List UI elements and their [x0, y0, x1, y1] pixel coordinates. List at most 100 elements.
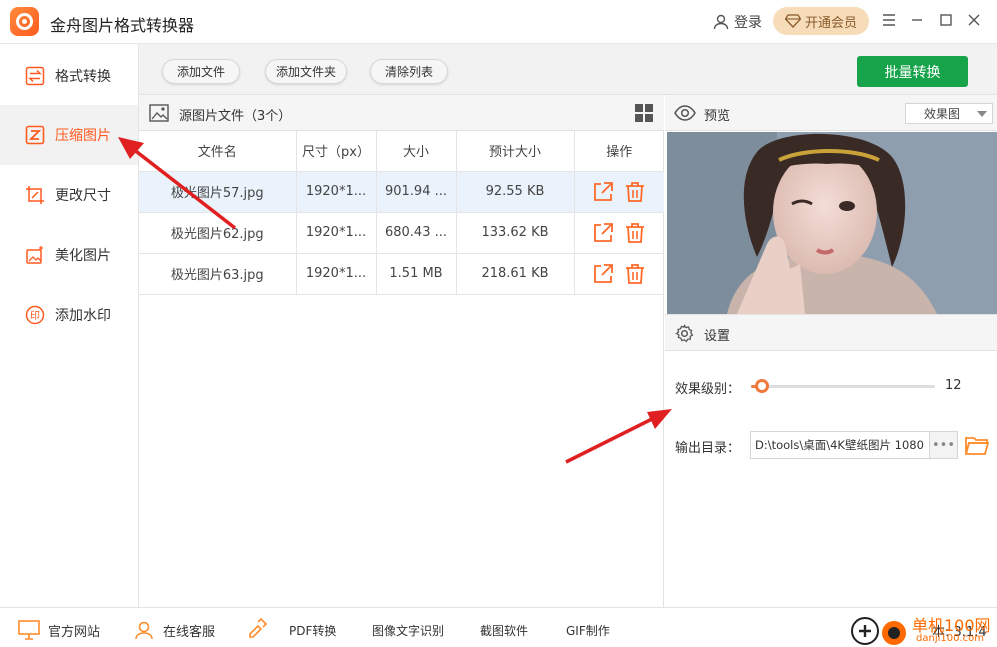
- files-title: 源图片文件（3个）: [179, 109, 292, 124]
- diamond-icon: [784, 14, 801, 28]
- vip-button[interactable]: 开通会员: [773, 7, 869, 35]
- preview-title: 预览: [704, 109, 731, 124]
- add-file-button[interactable]: 添加文件: [162, 59, 240, 84]
- pdf-tool-icon: [249, 618, 268, 638]
- output-path-field[interactable]: D:\tools\桌面\4K壁纸图片 1080: [750, 431, 930, 459]
- delete-icon[interactable]: [624, 263, 646, 285]
- file-dims: 1920*1...: [296, 212, 377, 254]
- close-icon[interactable]: [965, 11, 983, 29]
- sidebar-item-watermark[interactable]: 印 添加水印: [0, 285, 138, 345]
- clear-list-button[interactable]: 清除列表: [370, 59, 448, 84]
- sidebar-item-label: 美化图片: [55, 248, 111, 264]
- add-folder-button[interactable]: 添加文件夹: [265, 59, 347, 84]
- delete-icon[interactable]: [624, 222, 646, 244]
- file-actions: [574, 171, 664, 213]
- maximize-icon[interactable]: [937, 11, 955, 29]
- app-title: 金舟图片格式转换器: [50, 16, 195, 35]
- preview-mode-select[interactable]: 效果图: [905, 103, 993, 124]
- pdf-link[interactable]: PDF转换: [289, 622, 336, 639]
- svg-text:印: 印: [30, 310, 40, 322]
- level-label: 效果级别：: [675, 382, 741, 397]
- gear-icon: [675, 324, 694, 343]
- vip-label: 开通会员: [804, 15, 857, 31]
- grid-view-icon[interactable]: [635, 104, 653, 122]
- col-estimated-size: 预计大小: [456, 131, 575, 172]
- crop-icon: [26, 186, 44, 204]
- watermark-url: danji100.com: [916, 633, 984, 644]
- sidebar-item-beautify[interactable]: 美化图片: [0, 225, 138, 285]
- gif-link[interactable]: GIF制作: [566, 622, 610, 639]
- open-external-icon[interactable]: [592, 263, 614, 285]
- level-slider[interactable]: [751, 379, 935, 393]
- file-dims: 1920*1...: [296, 171, 377, 213]
- folder-icon[interactable]: [965, 434, 989, 456]
- batch-convert-button[interactable]: 批量转换: [857, 56, 968, 87]
- open-external-icon[interactable]: [592, 222, 614, 244]
- website-label: 官方网站: [48, 624, 101, 640]
- login-label: 登录: [734, 15, 762, 31]
- settings-title: 设置: [704, 329, 731, 344]
- browse-more-button[interactable]: •••: [930, 431, 958, 459]
- user-icon: [713, 14, 729, 30]
- table-row[interactable]: 极光图片57.jpg 1920*1... 901.94 ... 92.55 KB: [139, 171, 664, 213]
- level-value: 12: [945, 378, 962, 393]
- file-est-size: 133.62 KB: [456, 212, 575, 254]
- site-watermark: 单机100网 danji100.com: [848, 612, 997, 647]
- sidebar-item-label: 格式转换: [55, 69, 111, 85]
- support-agent-icon: [135, 621, 153, 640]
- monitor-icon: [18, 620, 40, 640]
- file-size: 1.51 MB: [376, 253, 457, 295]
- file-name: 极光图片63.jpg: [139, 253, 297, 295]
- sidebar: 格式转换 压缩图片 更改尺寸 美化图片 印 添加水印: [0, 44, 139, 607]
- file-size: 680.43 ...: [376, 212, 457, 254]
- file-dims: 1920*1...: [296, 253, 377, 295]
- output-label: 输出目录：: [675, 441, 741, 456]
- screenshot-link[interactable]: 截图软件: [480, 622, 528, 639]
- col-actions: 操作: [574, 131, 664, 172]
- sidebar-item-label: 更改尺寸: [55, 188, 111, 204]
- file-est-size: 218.61 KB: [456, 253, 575, 295]
- image-icon: [149, 104, 169, 122]
- ocr-link[interactable]: 图像文字识别: [372, 622, 444, 639]
- file-actions: [574, 212, 664, 254]
- files-panel: 源图片文件（3个） 文件名 尺寸（px） 大小 预计大小 操作 极光图片57.j…: [139, 95, 664, 607]
- website-link[interactable]: 官方网站: [18, 620, 100, 640]
- sidebar-item-format[interactable]: 格式转换: [0, 46, 138, 106]
- watermark-icon: 印: [25, 305, 45, 325]
- file-size: 901.94 ...: [376, 171, 457, 213]
- table-row[interactable]: 极光图片62.jpg 1920*1... 680.43 ... 133.62 K…: [139, 212, 664, 254]
- menu-icon[interactable]: [880, 11, 898, 29]
- preview-header: 预览 效果图: [665, 95, 997, 131]
- beautify-icon: [26, 246, 43, 264]
- minimize-icon[interactable]: [908, 11, 926, 29]
- sidebar-item-resize[interactable]: 更改尺寸: [0, 165, 138, 225]
- files-header: 源图片文件（3个）: [139, 95, 664, 131]
- table-row[interactable]: 极光图片63.jpg 1920*1... 1.51 MB 218.61 KB: [139, 253, 664, 295]
- file-actions: [574, 253, 664, 295]
- login-button[interactable]: 登录: [712, 12, 762, 32]
- swap-icon: [25, 66, 45, 86]
- chevron-down-icon: [977, 111, 987, 117]
- col-size: 大小: [376, 131, 457, 172]
- file-name: 极光图片57.jpg: [139, 171, 297, 213]
- preview-panel: 预览 效果图 设置 效果级别： 12 输出目录： D:\tools\桌面\4K壁…: [665, 95, 997, 607]
- file-est-size: 92.55 KB: [456, 171, 575, 213]
- delete-icon[interactable]: [624, 181, 646, 203]
- title-bar: 金舟图片格式转换器 登录 开通会员: [0, 0, 997, 44]
- sidebar-item-compress[interactable]: 压缩图片: [0, 105, 138, 165]
- preview-image: [667, 132, 997, 314]
- file-name: 极光图片62.jpg: [139, 212, 297, 254]
- open-external-icon[interactable]: [592, 181, 614, 203]
- eye-icon: [674, 105, 696, 121]
- files-table: 文件名 尺寸（px） 大小 预计大小 操作 极光图片57.jpg 1920*1.…: [139, 131, 664, 295]
- toolbar: 添加文件 添加文件夹 清除列表 批量转换: [139, 44, 997, 95]
- sidebar-item-label: 压缩图片: [55, 128, 111, 144]
- settings-header: 设置: [665, 314, 997, 351]
- support-link[interactable]: 在线客服: [133, 620, 215, 640]
- compress-icon: [25, 125, 45, 145]
- table-header-row: 文件名 尺寸（px） 大小 预计大小 操作: [139, 131, 664, 172]
- footer: 官方网站 在线客服 PDF转换 图像文字识别 截图软件 GIF制作 本: 3.1…: [0, 607, 997, 647]
- slider-thumb[interactable]: [755, 379, 769, 393]
- support-label: 在线客服: [163, 624, 216, 640]
- sidebar-item-label: 添加水印: [55, 308, 111, 324]
